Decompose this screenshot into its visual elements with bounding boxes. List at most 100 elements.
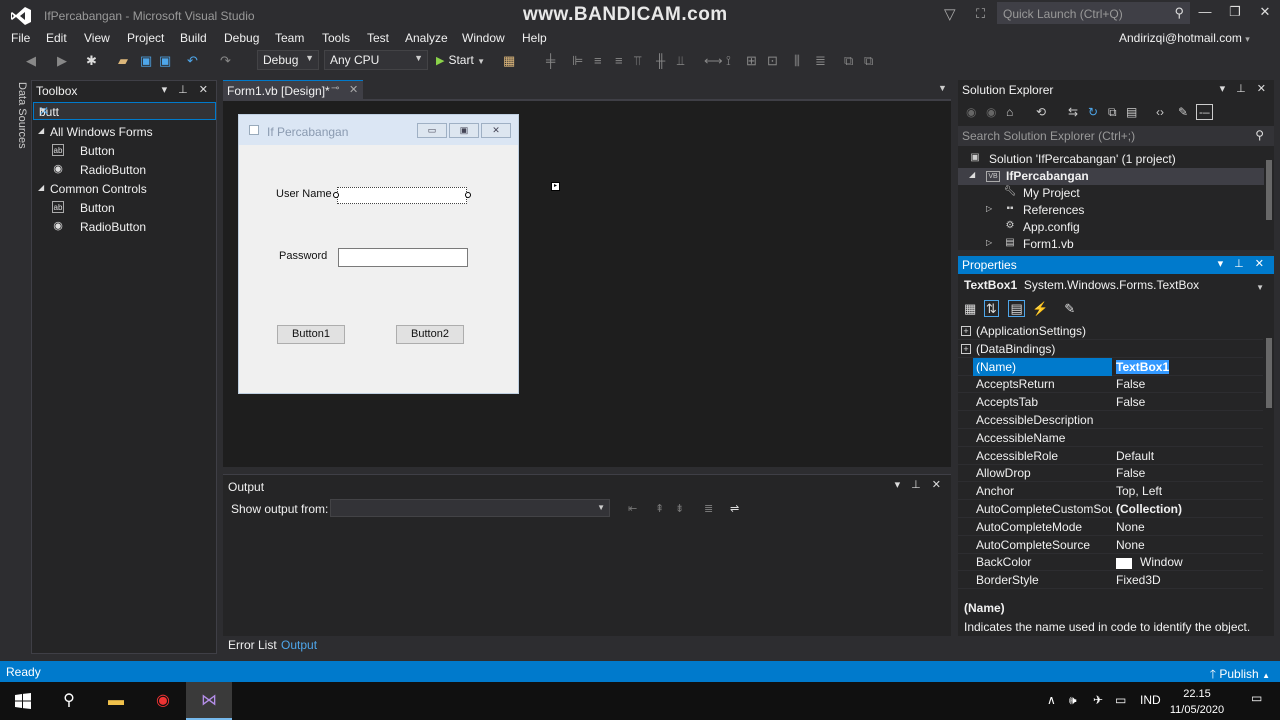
data-sources-tab[interactable]: Data Sources <box>6 80 28 160</box>
align-right-icon[interactable]: ≡ <box>615 53 623 68</box>
property-row[interactable]: BorderStyle Fixed3D <box>958 571 1263 590</box>
forward-icon[interactable]: ▶ <box>57 53 67 69</box>
notifications-filter-icon[interactable]: ▽ <box>944 5 956 23</box>
panel-controls[interactable]: ▾ ⊥ ✕ <box>1220 82 1270 95</box>
toolbox-search-input[interactable]: butt ✕ ▼ <box>33 102 216 120</box>
vertical-spacing-icon[interactable]: ≣ <box>815 53 826 69</box>
refresh-icon[interactable]: ↻ <box>1088 105 1098 119</box>
open-folder-icon[interactable]: ▰ <box>118 53 128 69</box>
property-row[interactable]: + (DataBindings) <box>958 340 1263 358</box>
feedback-icon[interactable]: ⛶ <box>976 6 985 22</box>
sync-icon[interactable]: ⇆ <box>1068 105 1078 119</box>
categorized-icon[interactable]: ▦ <box>964 301 976 316</box>
property-row[interactable]: + (ApplicationSettings) <box>958 322 1263 340</box>
save-icon[interactable]: ▣ <box>140 53 152 69</box>
tree-item-references[interactable]: ▷ ▪▪ References <box>958 202 1264 219</box>
undo-icon[interactable]: ↶ <box>187 53 198 69</box>
history-icon[interactable]: ⟲ <box>1036 105 1046 119</box>
menu-debug[interactable]: Debug <box>224 31 259 45</box>
alphabetical-icon[interactable]: ⇅ <box>983 300 999 317</box>
panel-controls[interactable]: ▾ ⊥ ✕ <box>895 478 945 491</box>
toolbox-item-radiobutton[interactable]: ◉ RadioButton <box>32 218 216 237</box>
solution-explorer-search-input[interactable]: Search Solution Explorer (Ctrl+;) ⚲ <box>958 126 1274 146</box>
minimize-button[interactable]: — <box>1191 4 1219 22</box>
menu-project[interactable]: Project <box>127 31 164 45</box>
input-language[interactable]: IND <box>1140 693 1161 707</box>
menu-analyze[interactable]: Analyze <box>405 31 448 45</box>
attach-icon[interactable]: ▦ <box>503 53 515 69</box>
menu-test[interactable]: Test <box>367 31 389 45</box>
scrollbar-thumb[interactable] <box>1266 338 1272 408</box>
resize-handle-left[interactable] <box>333 192 339 198</box>
quick-launch-input[interactable]: Quick Launch (Ctrl+Q) ⚲ <box>997 2 1190 24</box>
property-row[interactable]: AccessibleDescription <box>958 411 1263 429</box>
property-value[interactable]: False <box>1113 464 1261 482</box>
notifications-icon[interactable]: ▭ <box>1251 691 1262 705</box>
button2[interactable]: Button2 <box>396 325 464 344</box>
property-row[interactable]: AccessibleRole Default <box>958 447 1263 465</box>
panel-controls[interactable]: ▾ ⊥ ✕ <box>1218 257 1268 270</box>
property-value[interactable]: None <box>1113 536 1261 554</box>
property-value[interactable]: Top, Left <box>1113 482 1261 500</box>
properties-view-icon[interactable]: ▤ <box>1008 300 1025 317</box>
property-value[interactable]: Default <box>1113 447 1261 465</box>
close-tab-icon[interactable]: ✕ <box>349 83 358 96</box>
search-icon[interactable]: ⚲ <box>46 682 92 720</box>
output-source-dropdown[interactable]: ▼ <box>330 499 610 517</box>
redo-icon[interactable]: ↷ <box>220 53 231 69</box>
send-to-back-icon[interactable]: ⧉ <box>864 53 873 69</box>
tree-item-solution[interactable]: ▣ Solution 'IfPercabangan' (1 project) <box>958 151 1264 168</box>
expand-icon[interactable]: + <box>961 326 971 336</box>
property-value[interactable]: TextBox1 <box>1113 358 1261 376</box>
back-icon[interactable]: ◀ <box>26 53 36 69</box>
back-icon[interactable]: ◉ <box>966 105 976 119</box>
same-width-icon[interactable]: ⟷ <box>704 53 723 69</box>
home-icon[interactable]: ⌂ <box>1006 105 1013 119</box>
menu-tools[interactable]: Tools <box>322 31 350 45</box>
size-to-grid-icon[interactable]: ⊡ <box>767 53 778 69</box>
next-message-icon[interactable]: ⇟ <box>675 502 684 515</box>
configuration-dropdown[interactable]: Debug ▼ <box>257 50 319 70</box>
chevron-down-icon[interactable]: ▼ <box>1256 283 1264 292</box>
property-row[interactable]: AcceptsTab False <box>958 393 1263 412</box>
view-code-icon[interactable]: ‹› <box>1156 105 1164 119</box>
form-title-bar[interactable]: If Percabangan ▭ ▣ ✕ <box>239 115 518 145</box>
property-row[interactable]: AutoCompleteSource None <box>958 536 1263 554</box>
file-explorer-icon[interactable]: ▬ <box>93 682 139 720</box>
platform-dropdown[interactable]: Any CPU ▼ <box>324 50 428 70</box>
save-all-icon[interactable]: ▣ <box>159 53 171 69</box>
toolbox-item-button[interactable]: ab Button <box>32 199 216 218</box>
collapse-all-icon[interactable]: ⧉ <box>1108 105 1117 120</box>
textbox-username[interactable]: ▸ <box>333 182 560 204</box>
menu-edit[interactable]: Edit <box>46 31 67 45</box>
property-row[interactable]: BackColor Window <box>958 553 1263 572</box>
align-bottom-icon[interactable]: ⫫ <box>677 53 684 69</box>
toolbox-item-button[interactable]: ab Button <box>32 142 216 161</box>
align-center-icon[interactable]: ≡ <box>594 53 602 68</box>
start-button[interactable]: ▶ Start ▼ <box>436 53 485 67</box>
property-value[interactable]: False <box>1113 375 1261 393</box>
clear-all-icon[interactable]: ≣ <box>704 502 713 515</box>
previous-message-icon[interactable]: ⇞ <box>655 502 664 515</box>
restore-button[interactable]: ❐ <box>1221 4 1249 22</box>
menu-window[interactable]: Window <box>462 31 505 45</box>
property-value[interactable]: Window <box>1113 553 1261 571</box>
label-username[interactable]: User Name <box>276 188 332 200</box>
property-value[interactable]: False <box>1113 393 1261 411</box>
property-row[interactable]: AutoCompleteMode None <box>958 518 1263 536</box>
toolbox-item-radiobutton[interactable]: ◉ RadioButton <box>32 161 216 180</box>
textbox-password[interactable] <box>338 248 468 267</box>
align-middle-icon[interactable]: ╫ <box>656 53 665 68</box>
preview-icon[interactable]: -– <box>1196 104 1213 120</box>
panel-controls[interactable]: ▾ ⊥ ✕ <box>162 83 212 96</box>
show-hidden-icons-icon[interactable]: ∧ <box>1047 693 1056 707</box>
find-message-icon[interactable]: ⇤ <box>628 502 637 515</box>
property-row[interactable]: (Name) TextBox1 <box>958 357 1263 376</box>
property-value[interactable]: None <box>1113 518 1261 536</box>
property-value[interactable] <box>1113 411 1261 429</box>
property-value[interactable] <box>1113 429 1261 447</box>
property-row[interactable]: Anchor Top, Left <box>958 482 1263 501</box>
word-wrap-icon[interactable]: ⇌ <box>730 502 739 515</box>
tree-item-my-project[interactable]: 🔧︎ My Project <box>958 185 1264 202</box>
smart-tag-icon[interactable]: ▸ <box>551 182 560 191</box>
